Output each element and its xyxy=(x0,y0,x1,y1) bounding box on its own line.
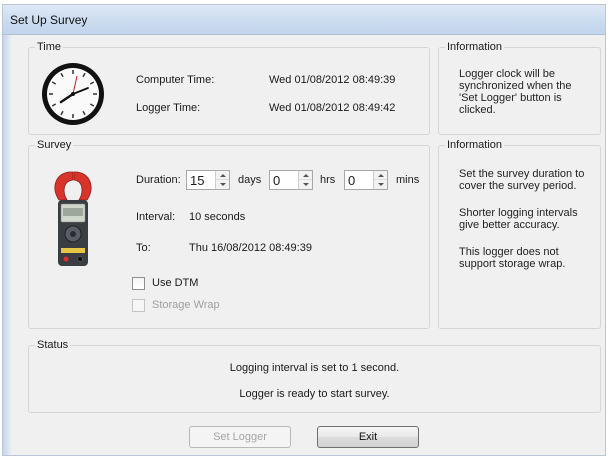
time-info-line: 'Set Logger' button is xyxy=(459,92,562,104)
minutes-decrement-icon[interactable] xyxy=(374,180,387,189)
time-information-group: Information Logger clock will be synchro… xyxy=(438,41,601,135)
time-info-line: synchronized when the xyxy=(459,80,572,92)
survey-info-paragraph-2: Shorter logging intervals give better ac… xyxy=(459,207,578,231)
status-line-interval: Logging interval is set to 1 second. xyxy=(229,362,400,374)
use-dtm-checkbox[interactable] xyxy=(132,277,145,290)
survey-information-group: Information Set the survey duration to c… xyxy=(438,139,601,329)
survey-group: Survey Duration: 15 days 0 hrs 0 mins In… xyxy=(28,139,430,329)
hours-decrement-icon[interactable] xyxy=(299,180,312,189)
hours-spinner-arrows xyxy=(298,171,312,189)
hours-increment-icon[interactable] xyxy=(299,171,312,180)
hours-spinner[interactable]: 0 xyxy=(269,170,313,190)
days-unit-label: days xyxy=(238,174,262,186)
status-group: Status Logging interval is set to 1 seco… xyxy=(28,339,601,413)
time-group: Time Computer Time: Wed 01/08/2012 08:49… xyxy=(28,41,430,135)
survey-group-legend: Survey xyxy=(35,139,74,151)
storage-wrap-label: Storage Wrap xyxy=(152,299,220,311)
survey-info-line: give better accuracy. xyxy=(459,219,560,231)
minutes-increment-icon[interactable] xyxy=(374,171,387,180)
survey-info-paragraph-3: This logger does not support storage wra… xyxy=(459,246,565,270)
survey-info-line: This logger does not xyxy=(459,246,559,258)
use-dtm-label[interactable]: Use DTM xyxy=(152,277,198,289)
survey-info-line: support storage wrap. xyxy=(459,258,566,270)
hours-unit-label: hrs xyxy=(320,174,336,186)
set-up-survey-window: Set Up Survey Time Computer Time: Wed 01… xyxy=(2,4,606,456)
window-left-edge xyxy=(3,35,11,455)
clock-icon xyxy=(41,62,105,126)
logger-time-label: Logger Time: xyxy=(136,102,201,114)
logger-time-value: Wed 01/08/2012 08:49:42 xyxy=(269,102,396,114)
interval-value: 10 seconds xyxy=(189,211,246,223)
status-group-legend: Status xyxy=(35,339,71,351)
computer-time-value: Wed 01/08/2012 08:49:39 xyxy=(269,74,396,86)
exit-button[interactable]: Exit xyxy=(317,426,419,448)
survey-info-line: cover the survey period. xyxy=(459,180,577,192)
time-group-legend: Time xyxy=(35,41,64,53)
minutes-spinner[interactable]: 0 xyxy=(344,170,388,190)
days-increment-icon[interactable] xyxy=(216,171,229,180)
time-information-text: Logger clock will be synchronized when t… xyxy=(459,68,572,116)
time-info-line: clicked. xyxy=(459,104,496,116)
title-bar[interactable]: Set Up Survey xyxy=(3,5,605,35)
hours-value: 0 xyxy=(273,173,281,188)
survey-information-legend: Information xyxy=(445,139,505,151)
set-logger-button: Set Logger xyxy=(189,426,291,448)
to-value: Thu 16/08/2012 08:49:39 xyxy=(189,242,312,254)
survey-info-line: Set the survey duration to xyxy=(459,168,585,180)
time-info-line: Logger clock will be xyxy=(459,68,555,80)
computer-time-label: Computer Time: xyxy=(136,74,215,86)
status-line-ready: Logger is ready to start survey. xyxy=(239,388,390,400)
clamp-meter-icon xyxy=(49,170,97,270)
window-title: Set Up Survey xyxy=(10,13,88,27)
days-spinner-arrows xyxy=(215,171,229,189)
days-spinner[interactable]: 15 xyxy=(186,170,230,190)
minutes-value: 0 xyxy=(348,173,356,188)
survey-info-line: Shorter logging intervals xyxy=(459,207,578,219)
minutes-spinner-arrows xyxy=(373,171,387,189)
survey-info-paragraph-1: Set the survey duration to cover the sur… xyxy=(459,168,584,192)
days-decrement-icon[interactable] xyxy=(216,180,229,189)
minutes-unit-label: mins xyxy=(396,174,420,186)
storage-wrap-checkbox xyxy=(132,299,145,312)
time-information-legend: Information xyxy=(445,41,505,53)
duration-label: Duration: xyxy=(136,174,181,186)
to-label: To: xyxy=(136,242,151,254)
days-value: 15 xyxy=(190,173,205,188)
interval-label: Interval: xyxy=(136,211,176,223)
